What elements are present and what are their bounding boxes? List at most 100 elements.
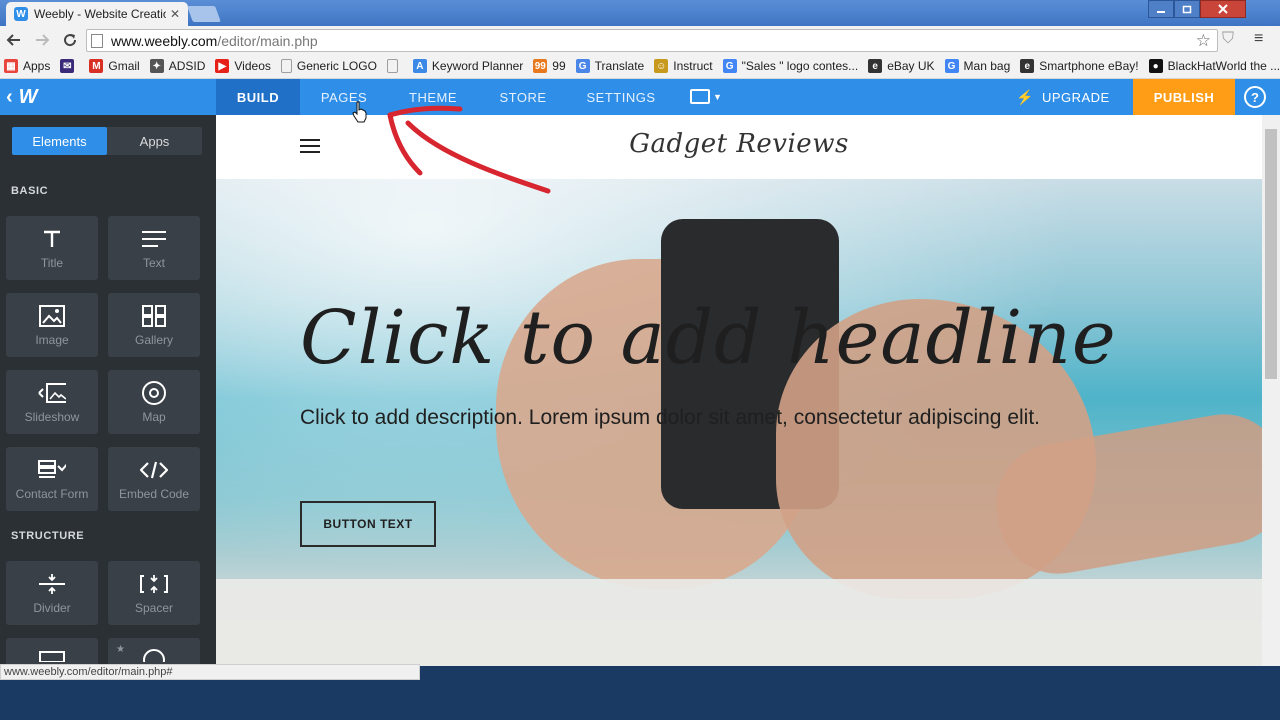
bookmark-item[interactable]: ● BlackHatWorld the ... bbox=[1148, 59, 1280, 73]
tab-pages[interactable]: PAGES bbox=[300, 79, 388, 115]
page-icon bbox=[386, 59, 398, 73]
bookmark-label: Man bag bbox=[963, 59, 1011, 73]
help-icon[interactable]: ? bbox=[1244, 86, 1266, 108]
address-bar[interactable]: www.weebly.com/editor/main.php ☆ bbox=[86, 29, 1218, 52]
window-minimize-button[interactable] bbox=[1148, 0, 1174, 18]
reload-button[interactable] bbox=[56, 26, 84, 54]
browser-navbar: www.weebly.com/editor/main.php ☆ bbox=[0, 26, 1280, 54]
close-icon bbox=[1218, 4, 1228, 14]
reload-icon bbox=[64, 34, 77, 47]
upgrade-button[interactable]: ⚡ UPGRADE bbox=[1016, 79, 1110, 115]
bookmark-item[interactable]: A Keyword Planner bbox=[412, 59, 523, 73]
url-host: www.weebly.com bbox=[111, 32, 218, 49]
segment-elements[interactable]: Elements bbox=[12, 127, 107, 155]
tab-close-icon[interactable]: ✕ bbox=[170, 7, 180, 21]
chevron-left-icon[interactable]: ‹ bbox=[6, 86, 13, 109]
element-tile-title[interactable]: Title bbox=[6, 216, 98, 280]
tile-label: Embed Code bbox=[118, 487, 190, 501]
bookmark-item[interactable]: G "Sales " logo contes... bbox=[722, 59, 858, 73]
back-button[interactable] bbox=[0, 26, 28, 54]
browser-tab-weebly[interactable]: W Weebly - Website Creatio ✕ bbox=[6, 2, 188, 26]
ebay-icon: e bbox=[868, 59, 883, 73]
chevron-down-icon[interactable]: ▼ bbox=[713, 92, 722, 102]
youtube-icon: ▶ bbox=[215, 59, 230, 73]
google-icon: G bbox=[722, 59, 737, 73]
element-tile-image[interactable]: Image bbox=[6, 293, 98, 357]
element-tile-gallery[interactable]: Gallery bbox=[108, 293, 200, 357]
element-tile-slideshow[interactable]: Slideshow bbox=[6, 370, 98, 434]
forward-button[interactable] bbox=[28, 26, 56, 54]
element-tile-text[interactable]: Text bbox=[108, 216, 200, 280]
hero-button[interactable]: BUTTON TEXT bbox=[300, 501, 436, 547]
tile-label: Text bbox=[142, 256, 165, 270]
site-title[interactable]: Gadget Reviews bbox=[216, 129, 1262, 159]
browser-titlebar: W Weebly - Website Creatio ✕ bbox=[0, 0, 1280, 26]
element-tile-partial-search[interactable]: ★ bbox=[108, 638, 200, 665]
shield-extension-icon[interactable]: ⛉ bbox=[1222, 30, 1234, 48]
star-icon: ★ bbox=[116, 644, 125, 655]
bookmark-item[interactable]: e eBay UK bbox=[868, 59, 935, 73]
bookmark-item[interactable]: ▶ Videos bbox=[215, 59, 271, 73]
bookmark-item[interactable]: Generic LOGO bbox=[280, 59, 377, 73]
element-tile-divider[interactable]: Divider bbox=[6, 561, 98, 625]
hero-description[interactable]: Click to add description. Lorem ipsum do… bbox=[300, 401, 1180, 435]
page-icon bbox=[280, 59, 292, 73]
ebay-icon: e bbox=[1020, 59, 1035, 73]
element-tile-contact-form[interactable]: Contact Form bbox=[6, 447, 98, 511]
bookmark-item[interactable]: ✉ bbox=[60, 59, 79, 73]
bookmark-label: Apps bbox=[23, 59, 51, 73]
bookmark-item[interactable]: e Smartphone eBay! bbox=[1020, 59, 1139, 73]
bookmark-item[interactable]: ▦ Apps bbox=[4, 59, 50, 73]
bookmark-item[interactable]: 99 99 bbox=[533, 59, 566, 73]
section-label-structure: STRUCTURE bbox=[11, 530, 85, 542]
tab-build[interactable]: BUILD bbox=[216, 79, 300, 115]
bookmark-item[interactable]: ☺ Instruct bbox=[654, 59, 713, 73]
hero-headline[interactable]: Click to add headline bbox=[300, 295, 1117, 381]
contact-form-icon bbox=[38, 457, 66, 483]
bookmark-star-icon[interactable]: ☆ bbox=[1196, 31, 1211, 51]
bookmark-item[interactable]: ✦ ADSID bbox=[149, 59, 205, 73]
restore-icon bbox=[1182, 5, 1192, 14]
element-tile-map[interactable]: Map bbox=[108, 370, 200, 434]
hero-section[interactable]: Click to add headline Click to add descr… bbox=[216, 179, 1262, 666]
element-tile-partial[interactable] bbox=[6, 638, 98, 665]
image-icon bbox=[38, 303, 66, 329]
hamburger-menu-icon[interactable]: ≡ bbox=[1254, 30, 1263, 48]
window-close-button[interactable] bbox=[1200, 0, 1246, 18]
bookmark-item[interactable]: G Translate bbox=[575, 59, 644, 73]
editor-toolbar: ‹ W BUILD PAGES THEME STORE SETTINGS ▼ ⚡… bbox=[0, 79, 1280, 115]
editor-brand: ‹ W bbox=[0, 79, 216, 115]
bookmark-item[interactable]: M Gmail bbox=[89, 59, 140, 73]
new-tab-button[interactable] bbox=[187, 6, 221, 22]
desktop-background bbox=[0, 680, 1280, 720]
bookmark-item[interactable] bbox=[386, 59, 403, 73]
gallery-icon bbox=[140, 303, 168, 329]
elements-sidebar: Elements Apps BASIC Title Text Image Gal… bbox=[0, 115, 216, 665]
tile-label: Spacer bbox=[134, 601, 174, 615]
segment-apps[interactable]: Apps bbox=[107, 127, 202, 155]
weebly-logo-icon[interactable]: W bbox=[19, 86, 38, 109]
page-icon bbox=[91, 33, 103, 48]
button-element-icon bbox=[38, 642, 66, 665]
bookmark-label: Gmail bbox=[108, 59, 140, 73]
bookmark-label: Videos bbox=[234, 59, 271, 73]
bookmark-item[interactable]: G Man bag bbox=[944, 59, 1011, 73]
hero-image-pool-edge bbox=[216, 579, 1262, 666]
desktop-preview-icon[interactable] bbox=[690, 89, 710, 104]
canvas-scrollbar[interactable] bbox=[1262, 115, 1280, 666]
site-header: Gadget Reviews bbox=[216, 115, 1262, 179]
publish-button[interactable]: PUBLISH bbox=[1133, 79, 1235, 115]
element-tile-embed-code[interactable]: Embed Code bbox=[108, 447, 200, 511]
element-tile-spacer[interactable]: Spacer bbox=[108, 561, 200, 625]
tab-settings[interactable]: SETTINGS bbox=[568, 79, 674, 115]
adsid-icon: ✦ bbox=[149, 59, 164, 73]
hand-cursor-icon bbox=[352, 101, 367, 123]
window-restore-button[interactable] bbox=[1174, 0, 1200, 18]
tab-title: Weebly - Website Creatio bbox=[34, 7, 166, 21]
instruct-icon: ☺ bbox=[654, 59, 669, 73]
scrollbar-thumb[interactable] bbox=[1265, 129, 1277, 379]
map-icon bbox=[140, 380, 168, 406]
upgrade-label: UPGRADE bbox=[1041, 89, 1110, 105]
weebly-favicon-icon: W bbox=[14, 7, 28, 21]
mail-icon: ✉ bbox=[60, 59, 75, 73]
